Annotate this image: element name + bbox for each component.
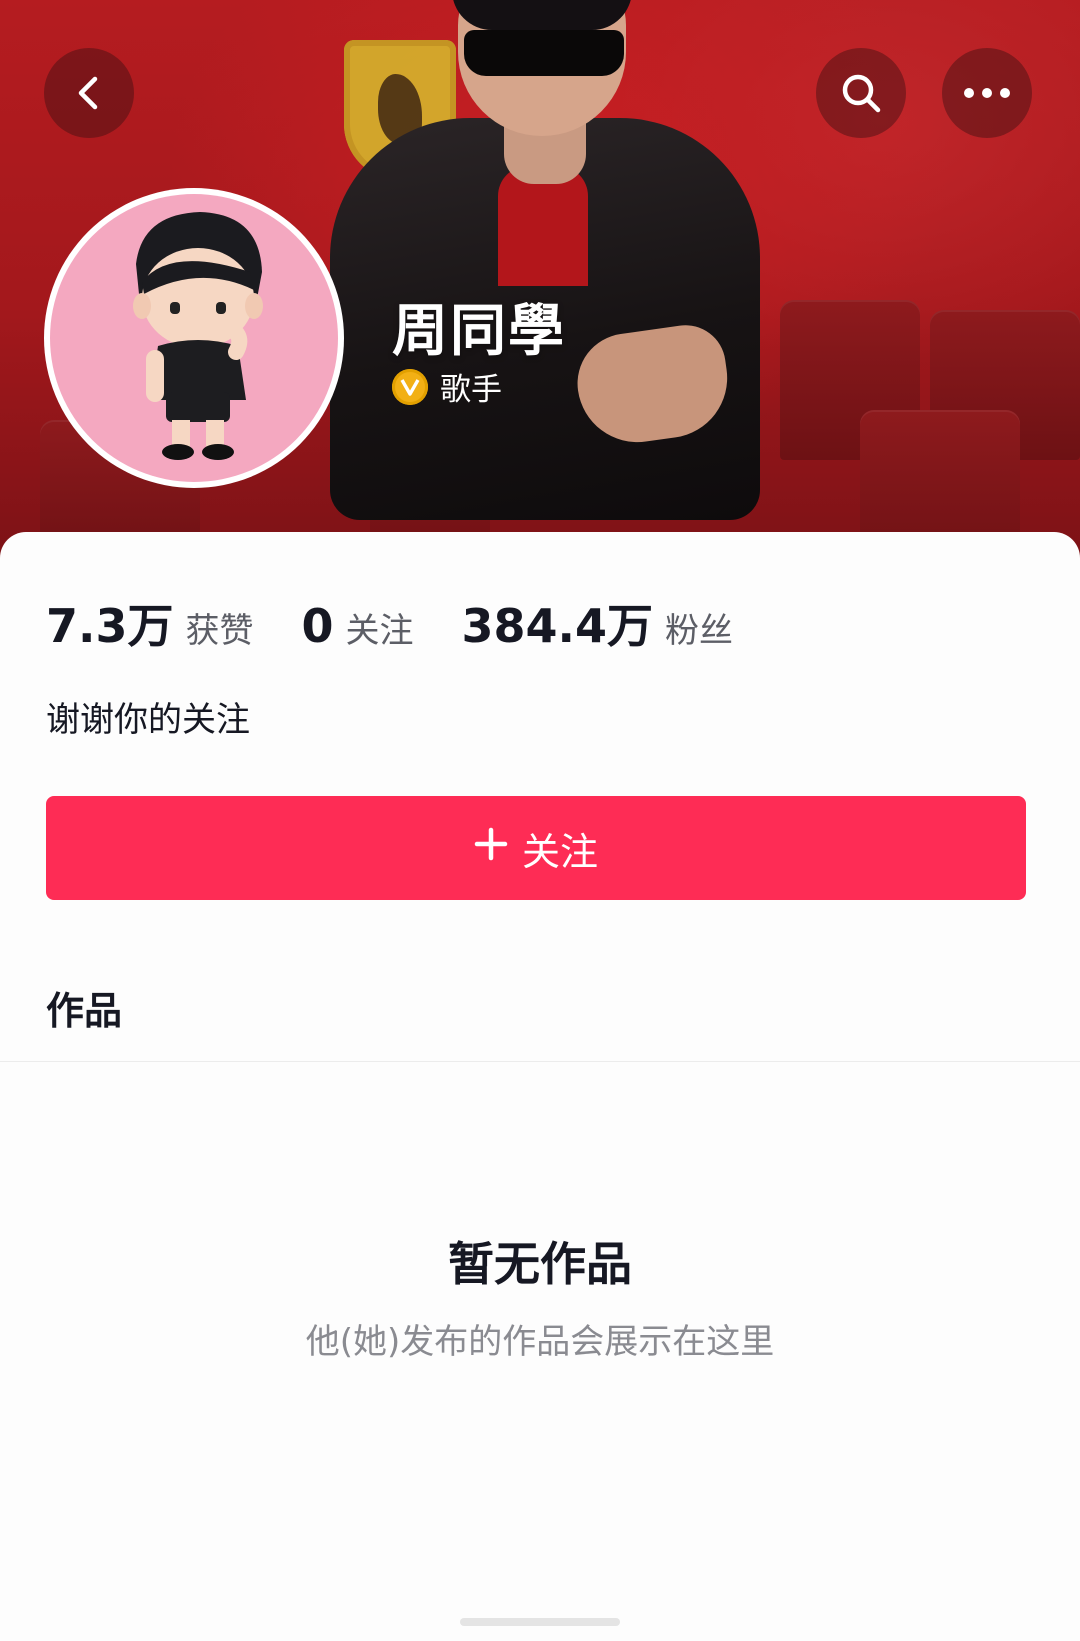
search-button[interactable] [816,48,906,138]
profile-tag: 歌手 [392,364,502,409]
stat-followers-label: 粉丝 [665,611,734,651]
back-arrow-icon [69,73,109,113]
empty-state-subtitle: 他(她)发布的作品会展示在这里 [305,1322,775,1362]
search-icon [837,69,885,117]
profile-name: 周同學 [392,299,566,364]
follow-button[interactable]: 关注 [46,796,1026,900]
stat-following-value: 0 [301,599,334,653]
plus-icon [474,826,508,870]
verified-badge-icon [392,368,428,405]
stat-followers[interactable]: 384.4万 粉丝 [462,590,734,656]
banner-person [330,0,760,520]
tab-works[interactable]: 作品 [46,980,122,1035]
empty-state-title: 暂无作品 [448,1237,632,1291]
stat-likes[interactable]: 7.3万 获赞 [46,590,254,656]
home-indicator [460,1618,620,1626]
profile-page: 周同學 歌手 7.3万 获赞 0 关注 384.4万 粉丝 谢谢你的关注 关注 … [0,0,1080,1641]
profile-tag-label: 歌手 [440,372,502,408]
more-button[interactable] [942,48,1032,138]
stats-row: 7.3万 获赞 0 关注 384.4万 粉丝 [46,590,781,656]
avatar[interactable] [44,188,344,488]
more-icon [962,86,1012,100]
stat-likes-label: 获赞 [185,611,254,651]
follow-button-label: 关注 [521,829,598,874]
avatar-figure [50,194,338,482]
bio-text: 谢谢你的关注 [46,700,250,740]
stat-following-label: 关注 [345,611,414,651]
back-button[interactable] [44,48,134,138]
stat-followers-value: 384.4万 [461,599,654,653]
divider [0,1061,1080,1062]
stat-following[interactable]: 0 关注 [302,599,414,653]
stat-likes-value: 7.3万 [46,599,174,653]
